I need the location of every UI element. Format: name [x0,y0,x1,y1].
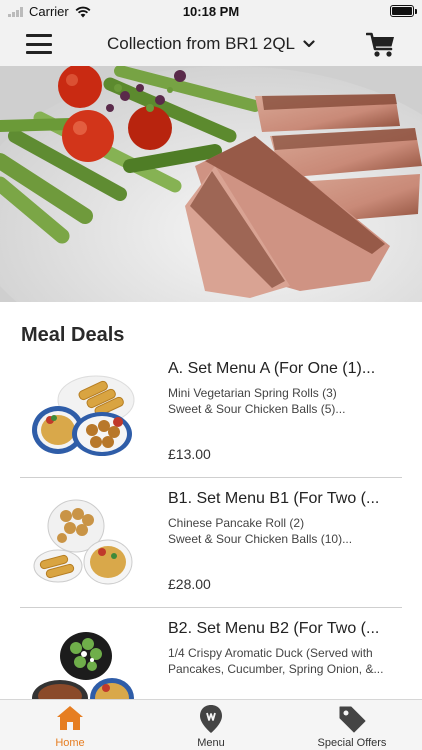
home-icon [57,706,83,730]
deal-description: Chinese Pancake Roll (2) Sweet & Sour Ch… [168,515,398,547]
deal-description: Mini Vegetarian Spring Rolls (3) Sweet &… [168,385,398,417]
section-title: Meal Deals [21,324,125,346]
divider [20,477,402,478]
meal-deal-thumbnail [32,375,135,456]
deal-description-line: Mini Vegetarian Spring Rolls (3) [168,386,337,400]
deal-price: £28.00 [168,576,211,592]
map-pin-icon [200,705,222,733]
tab-menu[interactable]: Menu [141,700,281,750]
divider [20,607,402,608]
nav-bar: Collection from BR1 2QL [0,22,422,66]
status-bar: Carrier 10:18 PM [0,0,422,22]
tab-bar: Home Menu Special Offers [0,699,422,750]
meal-deal-item[interactable]: A. Set Menu A (For One (1)... Mini Veget… [0,350,422,480]
cart-icon[interactable] [366,32,396,58]
hamburger-menu-icon[interactable] [26,34,52,54]
chevron-down-icon [303,40,315,48]
meal-deal-item[interactable]: B1. Set Menu B1 (For Two (... Chinese Pa… [0,480,422,610]
status-time: 10:18 PM [182,4,240,19]
tab-label: Special Offers [317,737,387,749]
tab-label: Menu [197,737,225,749]
deal-description-line: Pancakes, Cucumber, Spring Onion, &... [168,662,384,676]
deal-name: B1. Set Menu B1 (For Two (... [168,490,380,507]
deal-price: £13.00 [168,446,211,462]
deal-name: A. Set Menu A (For One (1)... [168,360,376,377]
collection-selector[interactable]: Collection from BR1 2QL [60,22,362,66]
meal-deal-thumbnail [33,499,133,585]
hero-image [0,66,422,302]
price-tag-icon [339,706,366,733]
deal-description-line: Sweet & Sour Chicken Balls (10)... [168,532,353,546]
battery-icon [390,5,417,17]
tab-label: Home [55,737,85,749]
deal-description: 1/4 Crispy Aromatic Duck (Served with Pa… [168,645,398,677]
tab-home[interactable]: Home [0,700,140,750]
deal-description-line: Sweet & Sour Chicken Balls (5)... [168,402,346,416]
tab-special-offers[interactable]: Special Offers [282,700,422,750]
nav-title: Collection from BR1 2QL [106,34,296,53]
deal-description-line: Chinese Pancake Roll (2) [168,516,305,530]
deal-description-line: 1/4 Crispy Aromatic Duck (Served with [168,646,373,660]
deal-name: B2. Set Menu B2 (For Two (... [168,620,380,637]
